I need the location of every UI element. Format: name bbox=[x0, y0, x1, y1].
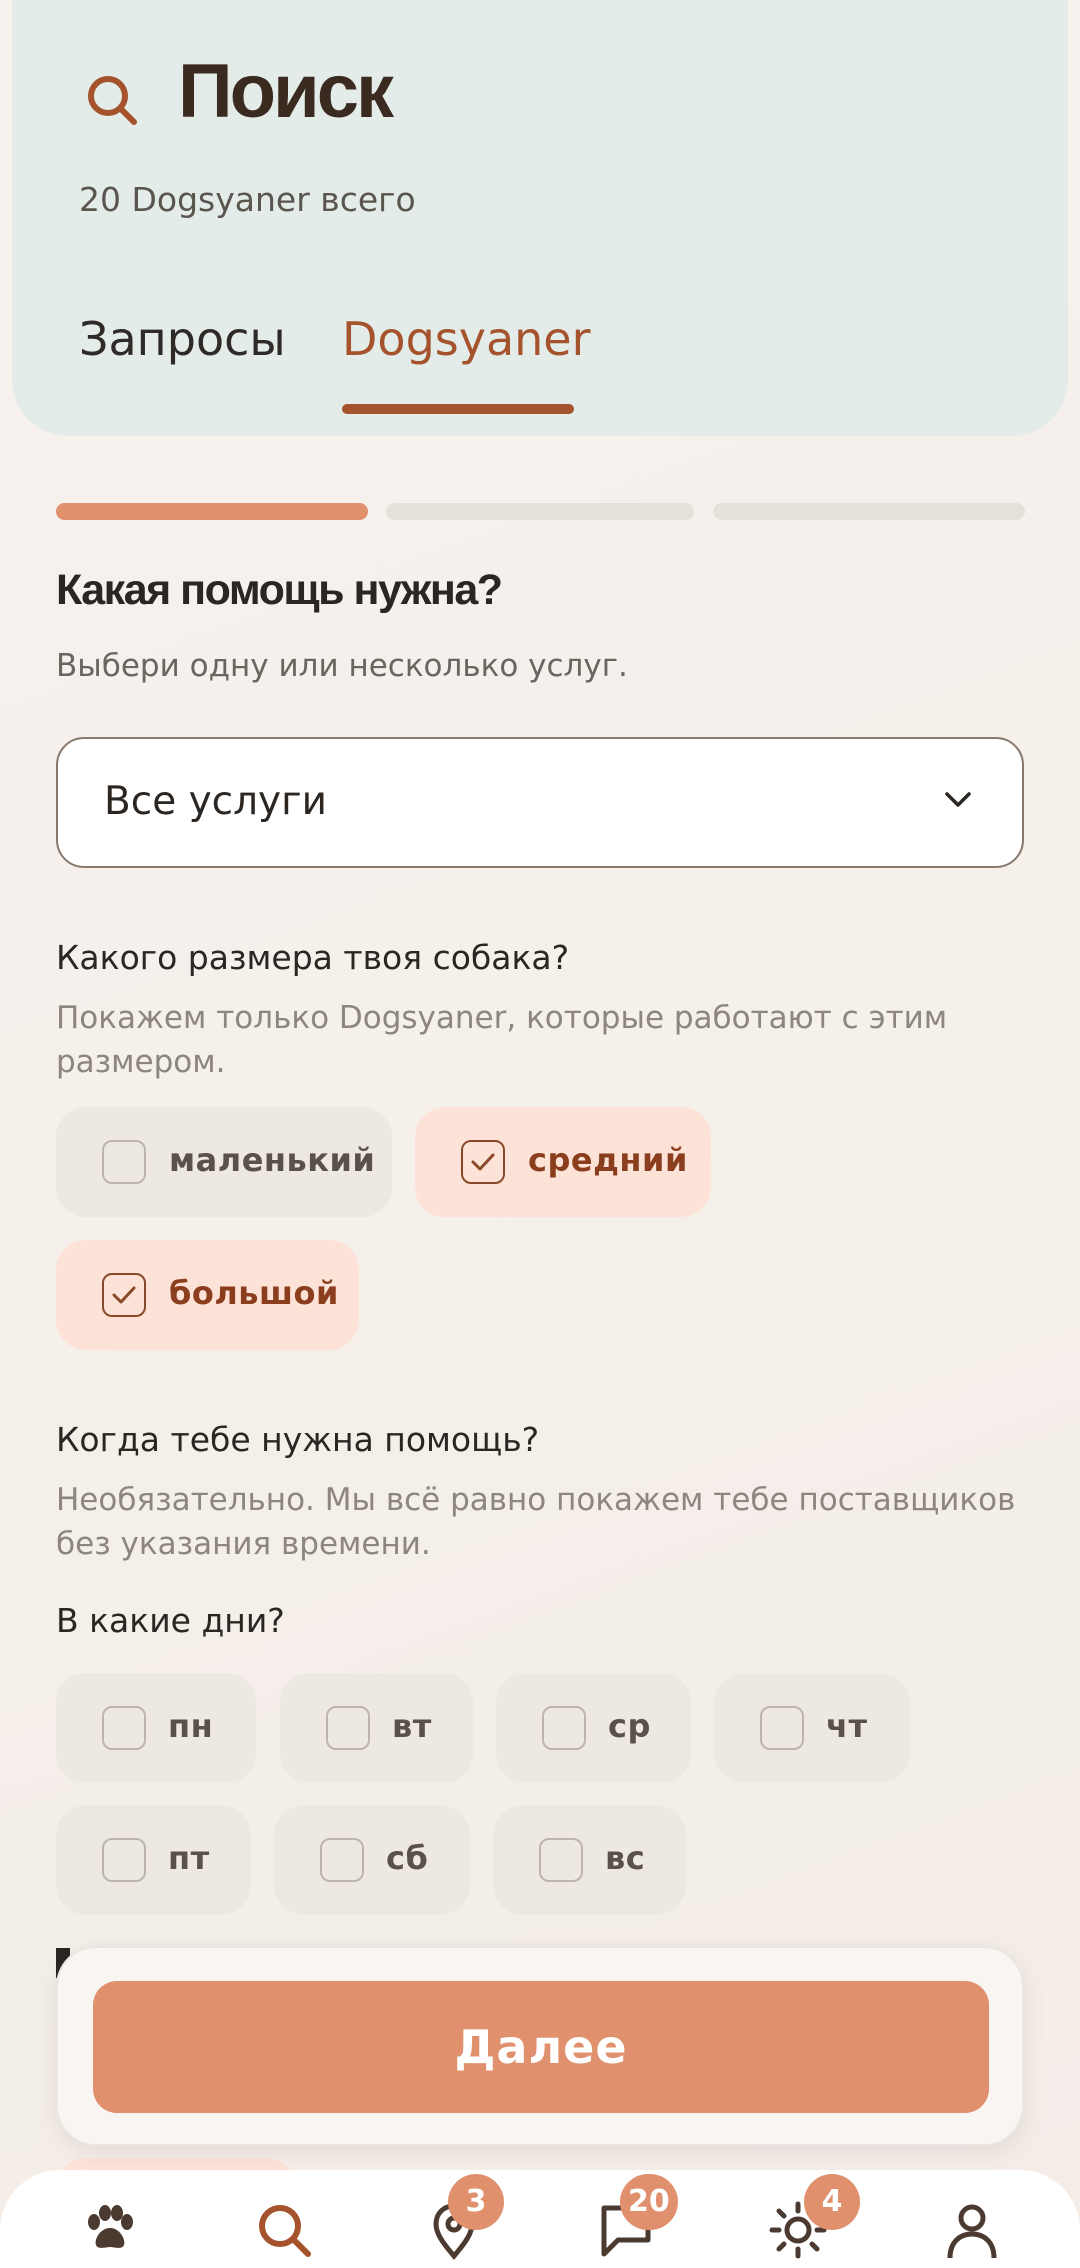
checkbox bbox=[542, 1706, 586, 1750]
step-heading: Какая помощь нужна? bbox=[56, 566, 503, 614]
size-chip-small[interactable]: маленький bbox=[56, 1107, 392, 1217]
checkbox bbox=[539, 1838, 583, 1882]
checkmark-icon bbox=[471, 1153, 495, 1171]
nav-item-sun[interactable]: 4 bbox=[768, 2174, 860, 2260]
badge-sun: 4 bbox=[804, 2174, 860, 2230]
progress-step-1 bbox=[56, 503, 368, 520]
progress-step-3 bbox=[713, 503, 1025, 520]
checkbox bbox=[102, 1140, 146, 1184]
day-chip-label: вс bbox=[605, 1839, 646, 1877]
day-chip-thu[interactable]: чт bbox=[714, 1673, 910, 1783]
search-icon bbox=[259, 2205, 311, 2257]
size-chip-large[interactable]: большой bbox=[56, 1240, 359, 1350]
dog-size-hint: Покажем только Dogsyaner, которые работа… bbox=[56, 1000, 948, 1080]
active-tab-indicator bbox=[342, 404, 574, 414]
checkbox-checked bbox=[102, 1273, 146, 1317]
bottom-nav: 3 20 4 bbox=[0, 2170, 1080, 2268]
badge-map: 3 bbox=[448, 2174, 504, 2230]
day-chip-label: вт bbox=[392, 1707, 432, 1745]
checkmark-icon bbox=[112, 1286, 136, 1304]
page-title: Поиск bbox=[178, 49, 394, 134]
day-chip-sun[interactable]: вс bbox=[493, 1805, 686, 1915]
nav-item-paw[interactable] bbox=[80, 2200, 140, 2260]
nav-item-profile[interactable] bbox=[942, 2200, 1002, 2260]
day-chip-label: чт bbox=[826, 1707, 868, 1745]
paw-icon bbox=[88, 2205, 133, 2248]
day-chip-mon[interactable]: пн bbox=[56, 1673, 256, 1783]
step-description: Выбери одну или несколько услуг. bbox=[56, 648, 628, 684]
nav-item-map[interactable]: 3 bbox=[424, 2174, 504, 2260]
dog-size-question: Какого размера твоя собака? bbox=[56, 938, 570, 977]
size-chip-label: большой bbox=[169, 1274, 339, 1312]
checkbox bbox=[102, 1838, 146, 1882]
progress-step-2 bbox=[386, 503, 694, 520]
day-chip-label: пт bbox=[168, 1839, 210, 1877]
profile-icon bbox=[947, 2204, 997, 2259]
day-chip-label: сб bbox=[386, 1839, 429, 1877]
checkbox-checked bbox=[461, 1140, 505, 1184]
checkbox bbox=[102, 1706, 146, 1750]
checkbox bbox=[326, 1706, 370, 1750]
day-chip-fri[interactable]: пт bbox=[56, 1805, 251, 1915]
size-chip-label: средний bbox=[528, 1141, 688, 1179]
service-select[interactable]: Все услуги bbox=[56, 737, 1024, 868]
when-hint: Необязательно. Мы всё равно покажем тебе… bbox=[56, 1482, 1016, 1562]
tab-dogsyaner[interactable]: Dogsyaner bbox=[342, 312, 591, 366]
size-chip-medium[interactable]: средний bbox=[415, 1107, 711, 1217]
days-question: В какие дни? bbox=[56, 1601, 285, 1640]
next-button[interactable]: Далее bbox=[93, 1981, 989, 2113]
day-chip-wed[interactable]: ср bbox=[496, 1673, 691, 1783]
day-chip-label: ср bbox=[608, 1707, 651, 1745]
search-header: Поиск 20 Dogsyaner всего Запросы Dogsyan… bbox=[12, 0, 1068, 436]
when-question: Когда тебе нужна помощь? bbox=[56, 1420, 540, 1459]
size-chip-label: маленький bbox=[169, 1141, 376, 1179]
nav-item-chat[interactable]: 20 bbox=[596, 2174, 678, 2260]
day-chip-sat[interactable]: сб bbox=[274, 1805, 470, 1915]
service-select-value: Все услуги bbox=[104, 779, 327, 824]
footer-bar: Далее bbox=[56, 1946, 1024, 2146]
tab-requests[interactable]: Запросы bbox=[79, 312, 286, 366]
day-chip-tue[interactable]: вт bbox=[280, 1673, 473, 1783]
day-chip-label: пн bbox=[168, 1707, 214, 1745]
search-icon bbox=[88, 76, 137, 125]
checkbox bbox=[320, 1838, 364, 1882]
nav-item-search[interactable] bbox=[254, 2200, 314, 2260]
chevron-down-icon bbox=[945, 792, 971, 807]
checkbox bbox=[760, 1706, 804, 1750]
badge-chat: 20 bbox=[620, 2174, 678, 2230]
results-count: 20 Dogsyaner всего bbox=[79, 180, 416, 219]
